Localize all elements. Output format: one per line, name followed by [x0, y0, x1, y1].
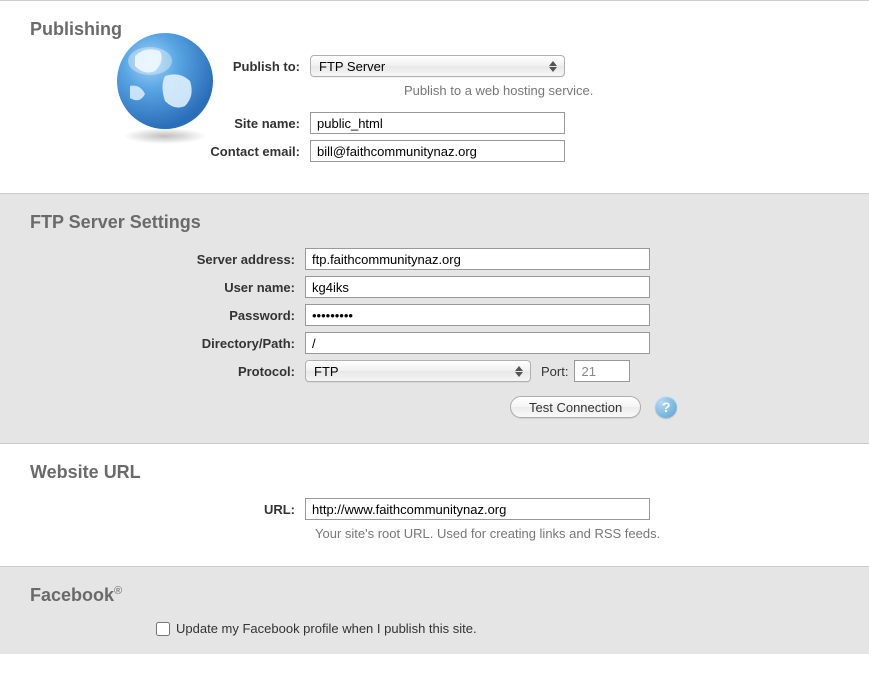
url-input[interactable] — [305, 498, 650, 520]
facebook-section: Facebook® Update my Facebook profile whe… — [0, 566, 869, 654]
facebook-checkbox-label: Update my Facebook profile when I publis… — [176, 621, 477, 636]
password-label: Password: — [30, 308, 305, 323]
facebook-title-text: Facebook — [30, 585, 114, 605]
updown-icon — [546, 58, 560, 74]
globe-icon — [105, 26, 225, 149]
password-input[interactable] — [305, 304, 650, 326]
url-label: URL: — [30, 502, 305, 517]
directory-input[interactable] — [305, 332, 650, 354]
registered-mark: ® — [114, 585, 122, 597]
publishing-section: Publishing Publish to — [0, 0, 869, 193]
url-title: Website URL — [30, 462, 839, 483]
ftp-title: FTP Server Settings — [30, 212, 839, 233]
facebook-update-checkbox[interactable] — [156, 622, 170, 636]
test-connection-button[interactable]: Test Connection — [510, 396, 641, 418]
user-name-label: User name: — [30, 280, 305, 295]
help-icon[interactable]: ? — [655, 396, 677, 418]
protocol-value: FTP — [314, 364, 339, 379]
contact-email-input[interactable] — [310, 140, 565, 162]
protocol-select[interactable]: FTP — [305, 360, 531, 382]
facebook-title: Facebook® — [30, 585, 839, 606]
user-name-input[interactable] — [305, 276, 650, 298]
publish-to-select[interactable]: FTP Server — [310, 55, 565, 77]
url-helper-text: Your site's root URL. Used for creating … — [30, 526, 839, 541]
port-label: Port: — [541, 364, 568, 379]
url-section: Website URL URL: Your site's root URL. U… — [0, 443, 869, 566]
directory-label: Directory/Path: — [30, 336, 305, 351]
updown-icon — [512, 363, 526, 379]
site-name-input[interactable] — [310, 112, 565, 134]
server-address-input[interactable] — [305, 248, 650, 270]
server-address-label: Server address: — [30, 252, 305, 267]
protocol-label: Protocol: — [30, 364, 305, 379]
publish-to-value: FTP Server — [319, 59, 385, 74]
ftp-section: FTP Server Settings Server address: User… — [0, 193, 869, 443]
port-input[interactable] — [574, 360, 630, 382]
